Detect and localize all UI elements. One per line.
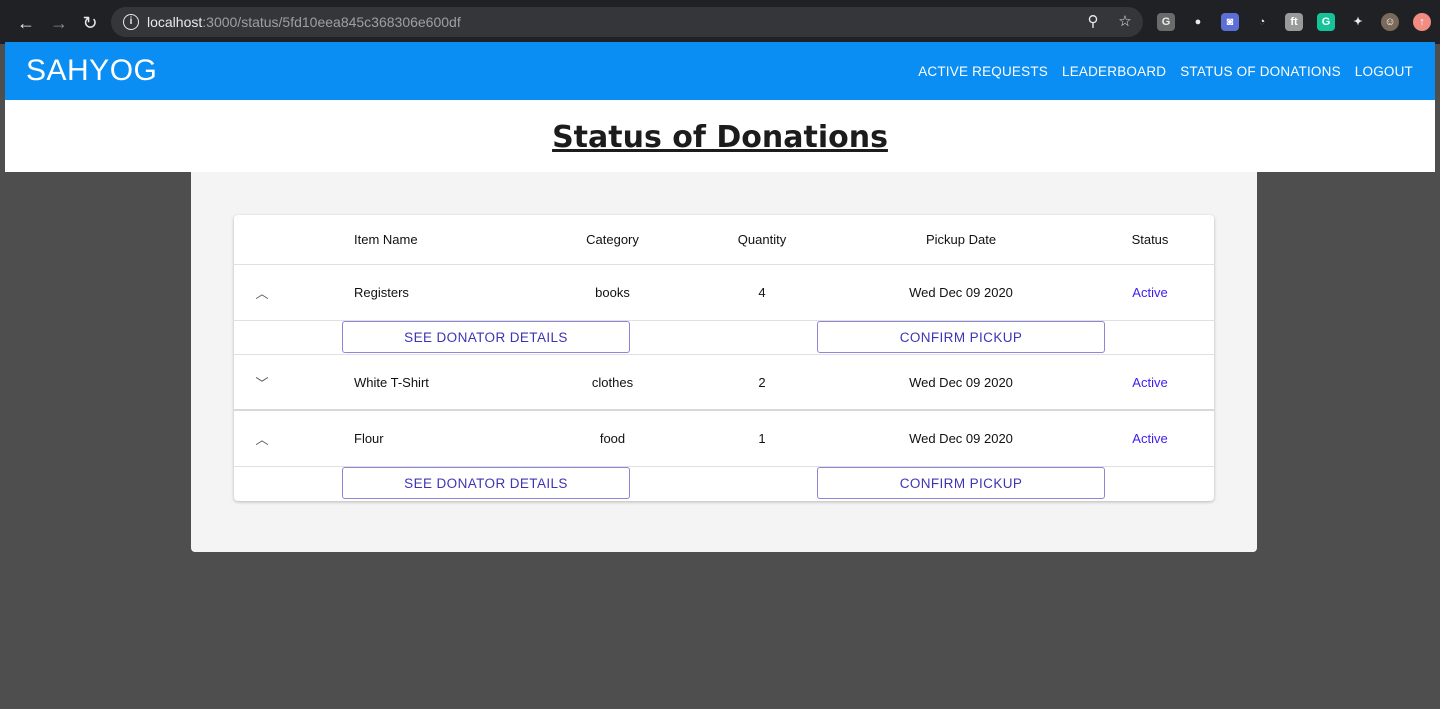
content-card: Item Name Category Quantity Pickup Date … <box>191 172 1257 552</box>
nav-leaderboard[interactable]: LEADERBOARD <box>1055 64 1173 79</box>
header-status: Status <box>1131 232 1169 247</box>
forward-arrow-icon[interactable]: → <box>45 9 73 37</box>
chevron-up-icon[interactable]: ︿ <box>255 265 269 320</box>
camera-ext-icon[interactable]: ◙ <box>1221 13 1239 31</box>
item-quantity: 4 <box>758 285 766 300</box>
item-category: food <box>599 431 626 446</box>
app-bar: SAHYOG ACTIVE REQUESTS LEADERBOARD STATU… <box>5 42 1435 100</box>
item-pickup-date: Wed Dec 09 2020 <box>909 374 1013 390</box>
update-icon[interactable]: ↑ <box>1413 13 1431 31</box>
chevron-up-icon[interactable]: ︿ <box>255 411 269 466</box>
header-category: Category <box>586 232 639 247</box>
zoom-icon[interactable]: ⚲ <box>1084 13 1102 31</box>
nav-active-requests[interactable]: ACTIVE REQUESTS <box>911 64 1055 79</box>
title-band: Status of Donations <box>5 100 1435 172</box>
status-badge: Active <box>1132 285 1168 300</box>
grammarly-green-icon[interactable]: G <box>1317 13 1335 31</box>
chevron-down-icon[interactable]: ﹀ <box>255 355 269 409</box>
table-row-detail: SEE DONATOR DETAILS CONFIRM PICKUP <box>234 467 1214 501</box>
bookmark-star-icon[interactable]: ☆ <box>1116 13 1134 31</box>
header-item-name: Item Name <box>354 232 418 247</box>
header-pickup-date: Pickup Date <box>925 232 997 247</box>
item-quantity: 1 <box>758 431 766 446</box>
back-arrow-icon[interactable]: ← <box>12 9 40 37</box>
browser-toolbar: ← → ↻ i localhost:3000/status/5fd10eea84… <box>0 0 1440 44</box>
nav-logout[interactable]: LOGOUT <box>1348 64 1420 79</box>
url-path: :3000/status/5fd10eea845c368306e600df <box>202 14 461 30</box>
site-info-icon[interactable]: i <box>123 14 139 30</box>
item-name: Flour <box>354 431 384 446</box>
item-category: clothes <box>591 374 634 390</box>
item-quantity: 2 <box>758 374 766 390</box>
table-row: ︿ Registers books 4 Wed Dec 09 2020 Acti… <box>234 265 1214 321</box>
confirm-pickup-button[interactable]: CONFIRM PICKUP <box>817 321 1105 353</box>
puzzle-extensions-icon[interactable]: ✦ <box>1349 13 1367 31</box>
brand-logo[interactable]: SAHYOG <box>26 54 157 88</box>
reload-icon[interactable]: ↻ <box>76 9 104 37</box>
circle-ext-icon[interactable]: ● <box>1189 13 1207 31</box>
see-donator-details-button[interactable]: SEE DONATOR DETAILS <box>342 321 630 353</box>
address-bar[interactable]: i localhost:3000/status/5fd10eea845c3683… <box>111 7 1143 37</box>
table-row: ︿ Flour food 1 Wed Dec 09 2020 Active <box>234 411 1214 467</box>
item-name: Registers <box>354 285 409 300</box>
table-header-row: Item Name Category Quantity Pickup Date … <box>234 215 1214 265</box>
grammarly-g-icon[interactable]: G <box>1157 13 1175 31</box>
page-title: Status of Donations <box>552 120 888 155</box>
see-donator-details-button[interactable]: SEE DONATOR DETAILS <box>342 467 630 499</box>
item-name: White T-Shirt <box>354 374 429 390</box>
status-badge: Active <box>1132 374 1168 390</box>
header-quantity: Quantity <box>737 232 787 247</box>
nav-links: ACTIVE REQUESTS LEADERBOARD STATUS OF DO… <box>911 42 1420 100</box>
profile-avatar-icon[interactable]: ☺ <box>1381 13 1399 31</box>
status-badge: Active <box>1132 431 1168 446</box>
confirm-pickup-button[interactable]: CONFIRM PICKUP <box>817 467 1105 499</box>
font-ext-icon[interactable]: ft <box>1285 13 1303 31</box>
url-host: localhost <box>147 14 203 30</box>
table-row: ﹀ White T-Shirt clothes 2 Wed Dec 09 202… <box>234 355 1214 411</box>
url-text[interactable]: localhost:3000/status/5fd10eea845c368306… <box>147 14 461 30</box>
item-pickup-date: Wed Dec 09 2020 <box>909 431 1013 446</box>
table-row-detail: SEE DONATOR DETAILS CONFIRM PICKUP <box>234 321 1214 355</box>
item-pickup-date: Wed Dec 09 2020 <box>909 285 1013 300</box>
item-category: books <box>595 285 630 300</box>
donations-table: Item Name Category Quantity Pickup Date … <box>234 215 1214 501</box>
nav-status-of-donations[interactable]: STATUS OF DONATIONS <box>1173 64 1348 79</box>
clock-ext-icon[interactable]: ◔ <box>1253 13 1271 31</box>
